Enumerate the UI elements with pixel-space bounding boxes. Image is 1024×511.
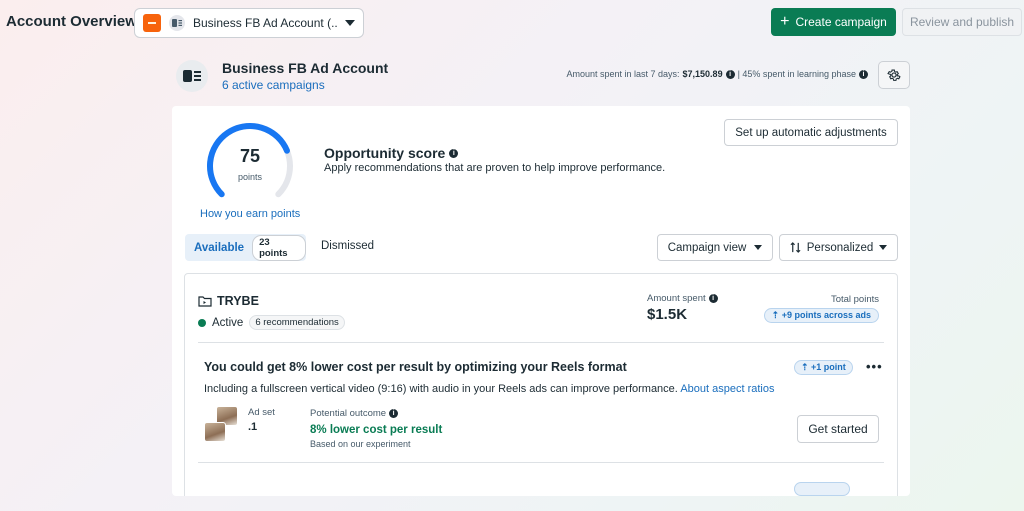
tab-available-label: Available bbox=[194, 241, 245, 254]
review-publish-button[interactable]: Review and publish bbox=[902, 8, 1022, 36]
spend-summary: Amount spent in last 7 days: $7,150.89 i… bbox=[566, 69, 868, 79]
info-icon[interactable]: i bbox=[389, 409, 399, 418]
create-campaign-button[interactable]: + Create campaign bbox=[771, 8, 896, 36]
amount-spent-label: Amount spent i bbox=[647, 293, 718, 304]
tab-dismissed[interactable]: Dismissed bbox=[321, 240, 374, 252]
spend-value: $7,150.89 bbox=[682, 69, 723, 79]
info-icon[interactable]: i bbox=[859, 69, 868, 79]
campaign-name-text: TRYBE bbox=[217, 294, 259, 308]
sort-icon bbox=[790, 242, 801, 253]
ad-set-value: .1 bbox=[248, 421, 258, 433]
brand-logo bbox=[143, 14, 161, 32]
campaign-view-label: Campaign view bbox=[667, 241, 747, 254]
gear-icon bbox=[887, 69, 901, 81]
chevron-down-icon bbox=[754, 245, 763, 250]
more-options-icon[interactable]: ••• bbox=[866, 359, 883, 374]
recommendation-title: You could get 8% lower cost per result b… bbox=[204, 360, 627, 374]
chevron-down-icon bbox=[345, 20, 355, 26]
about-aspect-ratios-link[interactable]: About aspect ratios bbox=[680, 383, 774, 395]
potential-outcome-value: 8% lower cost per result bbox=[310, 424, 443, 436]
available-points-badge: 23 points bbox=[252, 234, 306, 261]
campaign-name[interactable]: TRYBE bbox=[198, 294, 259, 308]
opportunity-score-heading: Opportunity score i bbox=[324, 145, 459, 161]
next-recommendation-points-badge bbox=[794, 482, 850, 496]
potential-outcome-label: Potential outcome i bbox=[310, 408, 399, 419]
tab-available[interactable]: Available 23 points bbox=[185, 234, 306, 261]
score-unit: points bbox=[237, 172, 263, 182]
how-you-earn-points-link[interactable]: How you earn points bbox=[200, 208, 300, 220]
campaign-card: TRYBE Active 6 recommendations Amount sp… bbox=[184, 273, 898, 496]
amount-spent-value: $1.5K bbox=[647, 306, 688, 323]
amount-spent-label-text: Amount spent bbox=[647, 293, 706, 304]
outcome-note: Based on our experiment bbox=[310, 439, 411, 449]
ad-set-label: Ad set bbox=[248, 407, 275, 418]
get-started-button[interactable]: Get started bbox=[797, 415, 879, 443]
recommendation-points-badge: ⇡ +1 point bbox=[794, 360, 853, 375]
settings-button[interactable] bbox=[878, 61, 910, 89]
campaign-view-dropdown[interactable]: Campaign view bbox=[657, 234, 773, 261]
total-points-badge: ⇡ +9 points across ads bbox=[763, 308, 879, 323]
recommendations-count-badge: 6 recommendations bbox=[249, 315, 345, 330]
opportunity-card: 75 points How you earn points Opportunit… bbox=[172, 106, 910, 496]
account-selector-label: Business FB Ad Account (... bbox=[193, 16, 337, 30]
total-points-badge-text: +9 points across ads bbox=[781, 310, 871, 320]
active-campaigns-link[interactable]: 6 active campaigns bbox=[222, 78, 325, 92]
account-name: Business FB Ad Account bbox=[222, 60, 389, 76]
info-icon[interactable]: i bbox=[449, 148, 459, 158]
folder-icon bbox=[198, 296, 212, 307]
recommendation-points-text: +1 point bbox=[811, 362, 846, 372]
ad-set-thumbnails bbox=[204, 406, 242, 444]
page-title: Account Overview bbox=[6, 13, 137, 30]
sort-dropdown[interactable]: Personalized bbox=[779, 234, 898, 261]
learning-phase-text: | 45% spent in learning phase bbox=[737, 69, 856, 79]
potential-outcome-label-text: Potential outcome bbox=[310, 408, 387, 419]
active-status-dot bbox=[198, 318, 206, 327]
recommendation-description-text: Including a fullscreen vertical video (9… bbox=[204, 383, 678, 395]
account-selector[interactable]: Business FB Ad Account (... bbox=[134, 8, 364, 38]
status-label: Active bbox=[212, 316, 244, 329]
plus-icon: + bbox=[780, 13, 790, 30]
account-header: Business FB Ad Account 6 active campaign… bbox=[172, 56, 912, 100]
points-up-icon: ⇡ bbox=[771, 310, 782, 320]
divider bbox=[198, 462, 884, 463]
info-icon[interactable]: i bbox=[725, 69, 735, 79]
opportunity-description: Apply recommendations that are proven to… bbox=[324, 162, 666, 174]
divider bbox=[198, 342, 884, 343]
automatic-adjustments-button[interactable]: Set up automatic adjustments bbox=[724, 119, 898, 146]
opportunity-title-text: Opportunity score bbox=[324, 145, 446, 161]
points-up-icon: ⇡ bbox=[801, 362, 812, 372]
top-bar: Account Overview Business FB Ad Account … bbox=[0, 0, 1024, 44]
chevron-down-icon bbox=[879, 245, 888, 250]
ad-thumbnail bbox=[204, 422, 226, 442]
create-campaign-label: Create campaign bbox=[795, 15, 887, 29]
spend-label: Amount spent in last 7 days: bbox=[566, 69, 680, 79]
recommendation-description: Including a fullscreen vertical video (9… bbox=[204, 383, 774, 395]
opportunity-score-value: 75 bbox=[239, 146, 261, 166]
ad-account-icon bbox=[176, 60, 208, 92]
campaign-status: Active 6 recommendations bbox=[198, 315, 345, 330]
ad-account-icon bbox=[169, 15, 185, 31]
sort-label: Personalized bbox=[806, 241, 874, 254]
total-points-label: Total points bbox=[830, 294, 879, 305]
info-icon[interactable]: i bbox=[708, 294, 718, 303]
